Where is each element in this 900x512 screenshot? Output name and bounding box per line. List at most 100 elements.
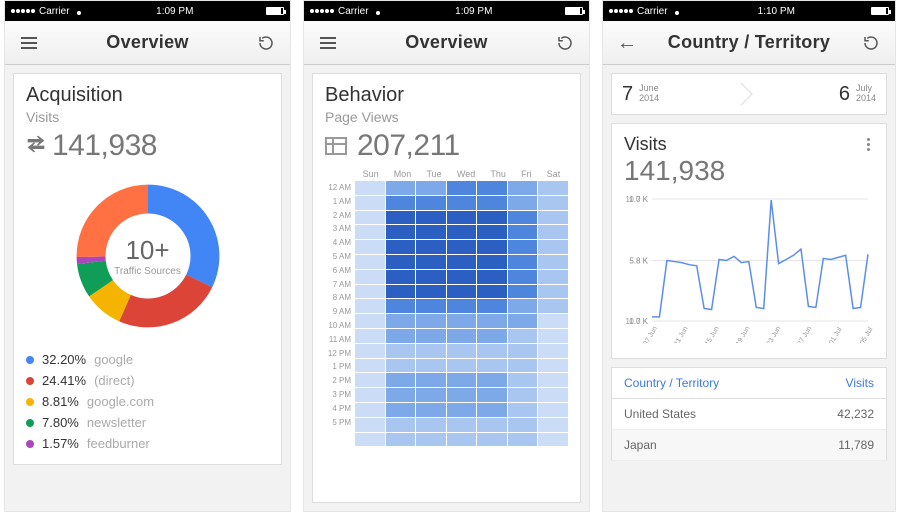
svg-text:01 Jul: 01 Jul: [828, 326, 844, 343]
wifi-icon: [373, 7, 383, 15]
phone-country-territory: Carrier 1:10 PM ← Country / Territory 7 …: [602, 0, 896, 512]
heatmap-cell: [386, 270, 416, 284]
battery-icon: [266, 7, 284, 15]
wifi-icon: [672, 7, 682, 15]
table-row[interactable]: United States42,232: [611, 399, 887, 430]
heatmap-cell: [538, 403, 568, 417]
heatmap-cell: [538, 373, 568, 387]
nav-bar: Overview: [5, 21, 290, 65]
legend-source: feedburner: [87, 436, 150, 451]
card-title: Visits: [624, 134, 725, 155]
legend-item[interactable]: 24.41%(direct): [26, 370, 269, 391]
heatmap-cell: [508, 344, 538, 358]
refresh-icon: [862, 34, 880, 52]
legend-source: newsletter: [87, 415, 146, 430]
heatmap-cell: [447, 433, 477, 447]
heatmap-cell: [538, 329, 568, 343]
heatmap-cell: [538, 359, 568, 373]
legend-item[interactable]: 1.57% feedburner: [26, 433, 269, 454]
heatmap-cell: [538, 285, 568, 299]
heatmap-cell: [447, 211, 477, 225]
behavior-card[interactable]: Behavior Page Views 207,211 SunMonTueWed…: [312, 73, 581, 503]
heatmap-cell: [447, 373, 477, 387]
heatmap-cell: [538, 225, 568, 239]
visits-chart-card[interactable]: Visits 141,938 11.7 K5.8 K0.0 K11.7 K5.8…: [611, 123, 887, 359]
battery-icon: [565, 7, 583, 15]
svg-text:5.8 K: 5.8 K: [629, 257, 648, 266]
legend-item[interactable]: 7.80% newsletter: [26, 412, 269, 433]
heatmap-cell: [477, 344, 507, 358]
back-button[interactable]: ←: [613, 29, 641, 57]
legend-item[interactable]: 8.81%google.com: [26, 391, 269, 412]
signal-dots-icon: [310, 9, 334, 13]
row-label: United States: [624, 407, 696, 421]
heatmap-cell: [508, 359, 538, 373]
heatmap-cell: [355, 299, 385, 313]
date-range-end: 6 July2014: [839, 83, 876, 106]
phone-overview-acquisition: Carrier 1:09 PM Overview Acquisition Vis…: [4, 0, 291, 512]
heatmap-cell: [538, 314, 568, 328]
heatmap-cell: [386, 255, 416, 269]
date-range-selector[interactable]: 7 June2014 6 July2014: [611, 73, 887, 115]
heatmap-cell: [416, 373, 446, 387]
heatmap-cell: [447, 344, 477, 358]
heatmap-cell: [477, 403, 507, 417]
heatmap-cell: [508, 373, 538, 387]
heatmap-cell: [355, 211, 385, 225]
page-title: Overview: [405, 32, 487, 53]
heatmap-cell: [416, 255, 446, 269]
heatmap-cell: [477, 433, 507, 447]
carrier-label: Carrier: [39, 6, 70, 17]
menu-button[interactable]: [15, 29, 43, 57]
date-range-start: 7 June2014: [622, 83, 659, 106]
heatmap[interactable]: 12 AM1 AM2 AM3 AM4 AM5 AM6 AM7 AM8 AM9 A…: [325, 181, 568, 446]
refresh-button[interactable]: [551, 29, 579, 57]
clock: 1:09 PM: [156, 6, 193, 17]
svg-text:07 Jun: 07 Jun: [642, 325, 659, 343]
heatmap-cell: [538, 196, 568, 210]
refresh-button[interactable]: [857, 29, 885, 57]
pageviews-icon: [325, 137, 347, 155]
legend-pct: 1.57%: [42, 436, 79, 451]
heatmap-cell: [477, 388, 507, 402]
heatmap-cell: [355, 196, 385, 210]
acquisition-card[interactable]: Acquisition Visits 141,938 10+ Traffic S…: [13, 73, 282, 465]
heatmap-cell: [386, 403, 416, 417]
heatmap-cell: [447, 388, 477, 402]
legend-pct: 7.80%: [42, 415, 79, 430]
heatmap-cell: [447, 255, 477, 269]
hamburger-icon: [21, 37, 37, 49]
clock: 1:10 PM: [758, 6, 795, 17]
heatmap-cell: [447, 225, 477, 239]
legend-source: (direct): [94, 373, 134, 388]
heatmap-cell: [416, 344, 446, 358]
traffic-sources-donut[interactable]: 10+ Traffic Sources: [63, 171, 233, 341]
more-button[interactable]: [863, 134, 874, 155]
row-label: Japan: [624, 438, 657, 452]
table-row[interactable]: Japan11,789: [611, 430, 887, 461]
legend-item[interactable]: 32.20%google: [26, 349, 269, 370]
visits-line-chart[interactable]: 11.7 K5.8 K0.0 K11.7 K5.8 K0.0 K07 Jun11…: [624, 193, 874, 348]
heatmap-cell: [355, 255, 385, 269]
heatmap-cell: [416, 196, 446, 210]
heatmap-cell: [447, 418, 477, 432]
heatmap-cell: [477, 181, 507, 195]
heatmap-cell: [538, 270, 568, 284]
wifi-icon: [74, 7, 84, 15]
svg-text:0.0 K: 0.0 K: [629, 317, 648, 326]
legend-pct: 8.81%: [42, 394, 79, 409]
menu-button[interactable]: [314, 29, 342, 57]
heatmap-cell: [477, 329, 507, 343]
svg-text:11 Jun: 11 Jun: [673, 326, 689, 343]
svg-text:19 Jun: 19 Jun: [735, 325, 752, 343]
heatmap-cell: [508, 329, 538, 343]
heatmap-cell: [416, 329, 446, 343]
refresh-button[interactable]: [252, 29, 280, 57]
country-table-header[interactable]: Country / Territory Visits: [611, 367, 887, 399]
heatmap-cell: [386, 373, 416, 387]
heatmap-cell: [447, 285, 477, 299]
nav-bar: Overview: [304, 21, 589, 65]
heatmap-cell: [355, 373, 385, 387]
heatmap-cell: [386, 285, 416, 299]
heatmap-cell: [508, 285, 538, 299]
